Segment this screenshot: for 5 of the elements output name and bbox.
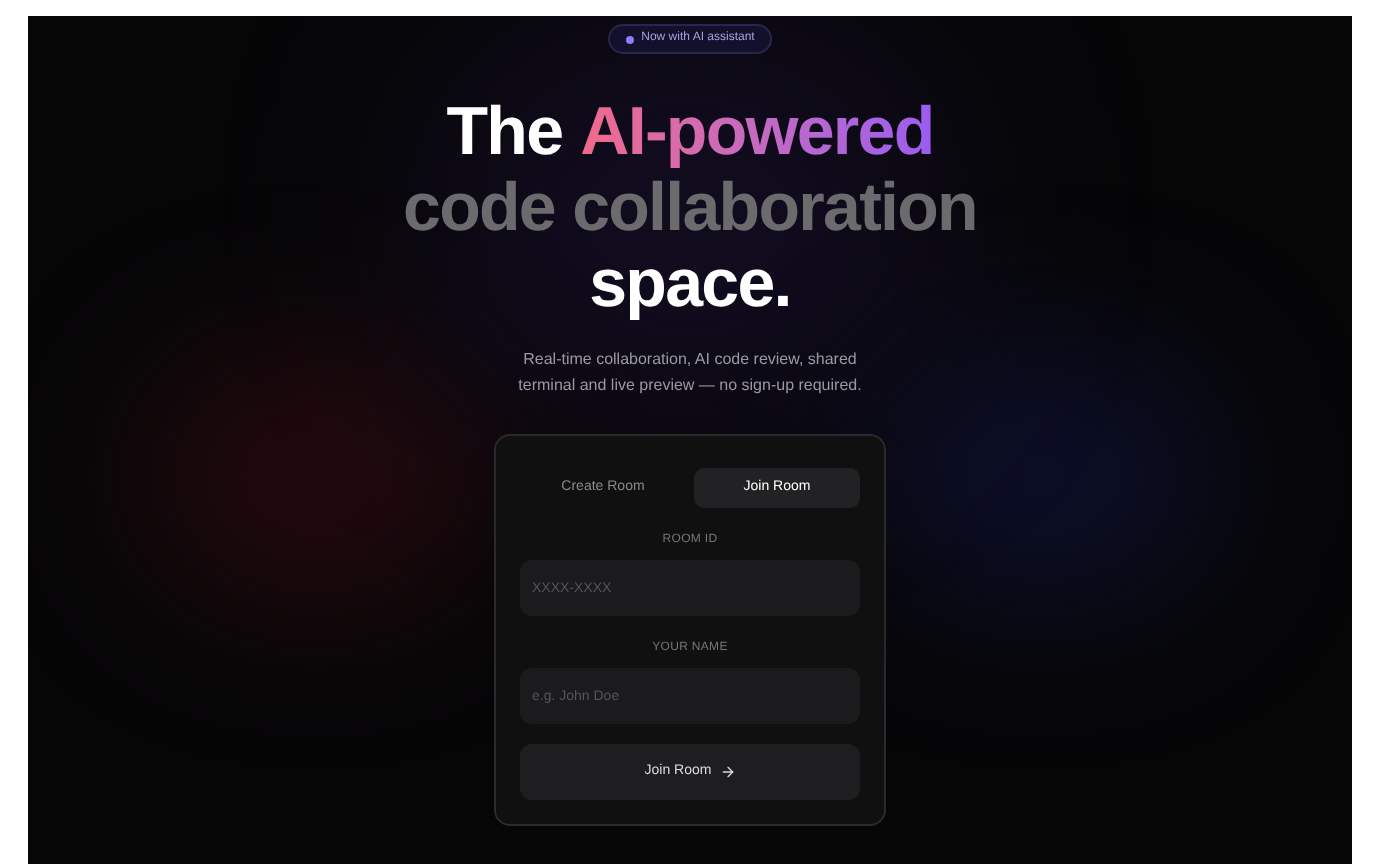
arrow-right-icon — [719, 764, 736, 780]
headline-text: space. — [589, 246, 791, 322]
headline-text: code collaboration — [403, 170, 977, 246]
headline-text: The — [446, 94, 563, 170]
subtitle: Real-time collaboration, AI code review, shared terminal and live preview — no sign-up required. — [516, 348, 864, 398]
